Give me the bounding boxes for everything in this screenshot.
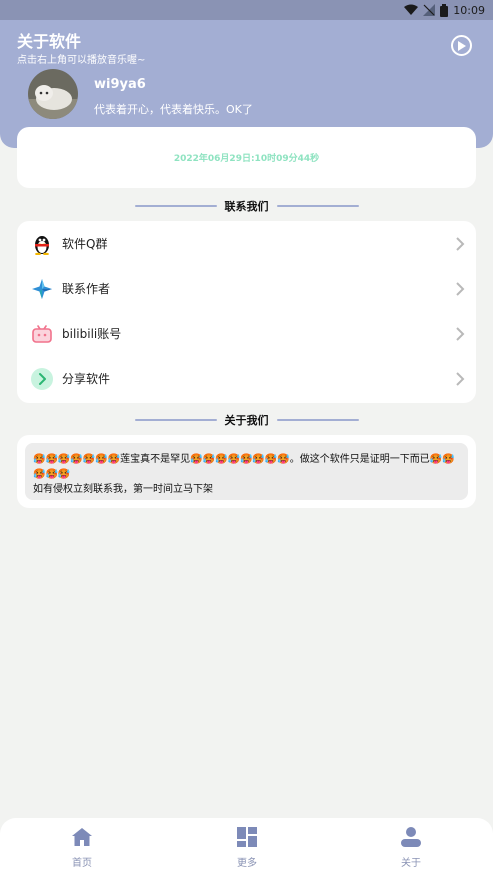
nav-item-more[interactable]: 更多 — [217, 826, 277, 870]
about-section-title: 关于我们 — [0, 412, 493, 428]
play-icon — [458, 40, 466, 51]
contact-item-qq-group[interactable]: 软件Q群 — [17, 221, 476, 266]
chevron-right-icon — [456, 371, 465, 386]
nav-label: 首页 — [72, 858, 92, 869]
chevron-right-icon — [456, 236, 465, 251]
share-arrow-icon — [31, 367, 53, 390]
contact-section-label: 联系我们 — [224, 200, 269, 213]
contact-item-label: bilibili账号 — [62, 327, 122, 341]
nav-label: 更多 — [237, 858, 257, 869]
divider — [134, 205, 217, 207]
user-bio: 代表着开心，代表着快乐。OK了 — [94, 103, 253, 116]
about-text: 🥵🥵🥵🥵🥵🥵🥵莲宝真不是罕见🥵🥵🥵🥵🥵🥵🥵🥵。做这个软件只是证明一下而已🥵🥵🥵🥵… — [33, 454, 455, 480]
datetime-card: 2022年06月29日:10时09分44秒 — [17, 127, 476, 188]
nav-label: 关于 — [401, 858, 421, 869]
datetime-text: 2022年06月29日:10时09分44秒 — [173, 154, 320, 164]
qq-penguin-icon — [31, 233, 53, 255]
nav-item-about[interactable]: 关于 — [381, 826, 441, 870]
about-card: 🥵🥵🥵🥵🥵🥵🥵莲宝真不是罕见🥵🥵🥵🥵🥵🥵🥵🥵。做这个软件只是证明一下而已🥵🥵🥵🥵… — [17, 435, 476, 508]
chevron-right-icon — [456, 281, 465, 296]
bottom-nav: 首页 更多 关于 — [0, 818, 493, 876]
status-time: 10:09 — [453, 3, 485, 17]
contact-list: 软件Q群 联系作者 bilibili账号 分享软件 — [17, 221, 476, 403]
contact-item-share[interactable]: 分享软件 — [17, 356, 476, 401]
home-icon — [72, 828, 92, 846]
about-section-label: 关于我们 — [224, 414, 269, 427]
contact-item-label: 联系作者 — [62, 282, 111, 296]
user-icon — [401, 827, 421, 847]
bilibili-tv-icon — [31, 323, 53, 345]
avatar — [28, 69, 78, 119]
contact-item-author[interactable]: 联系作者 — [17, 266, 476, 311]
contact-item-label: 分享软件 — [62, 372, 111, 386]
page-title: 关于软件 — [17, 32, 82, 51]
nav-item-home[interactable]: 首页 — [52, 826, 112, 870]
battery-icon — [440, 3, 449, 17]
status-bar: 10:09 — [0, 0, 493, 20]
chevron-right-icon — [456, 326, 465, 341]
grid-layout-icon — [237, 827, 257, 847]
username: wi9ya6 — [94, 77, 146, 92]
contact-section-title: 联系我们 — [0, 198, 493, 214]
play-music-button[interactable] — [451, 35, 472, 56]
star-sparkle-icon — [31, 278, 53, 300]
wifi-icon — [404, 4, 419, 15]
divider — [276, 419, 359, 421]
signal-off-icon — [423, 4, 436, 16]
divider — [276, 205, 359, 207]
contact-item-bilibili[interactable]: bilibili账号 — [17, 311, 476, 356]
page-subtitle: 点击右上角可以播放音乐喔~ — [17, 55, 146, 66]
contact-item-label: 软件Q群 — [62, 237, 108, 251]
divider — [134, 419, 217, 421]
about-disclaimer: 如有侵权立刻联系我，第一时间立马下架 — [33, 484, 213, 495]
about-text-box: 🥵🥵🥵🥵🥵🥵🥵莲宝真不是罕见🥵🥵🥵🥵🥵🥵🥵🥵。做这个软件只是证明一下而已🥵🥵🥵🥵… — [25, 443, 468, 500]
